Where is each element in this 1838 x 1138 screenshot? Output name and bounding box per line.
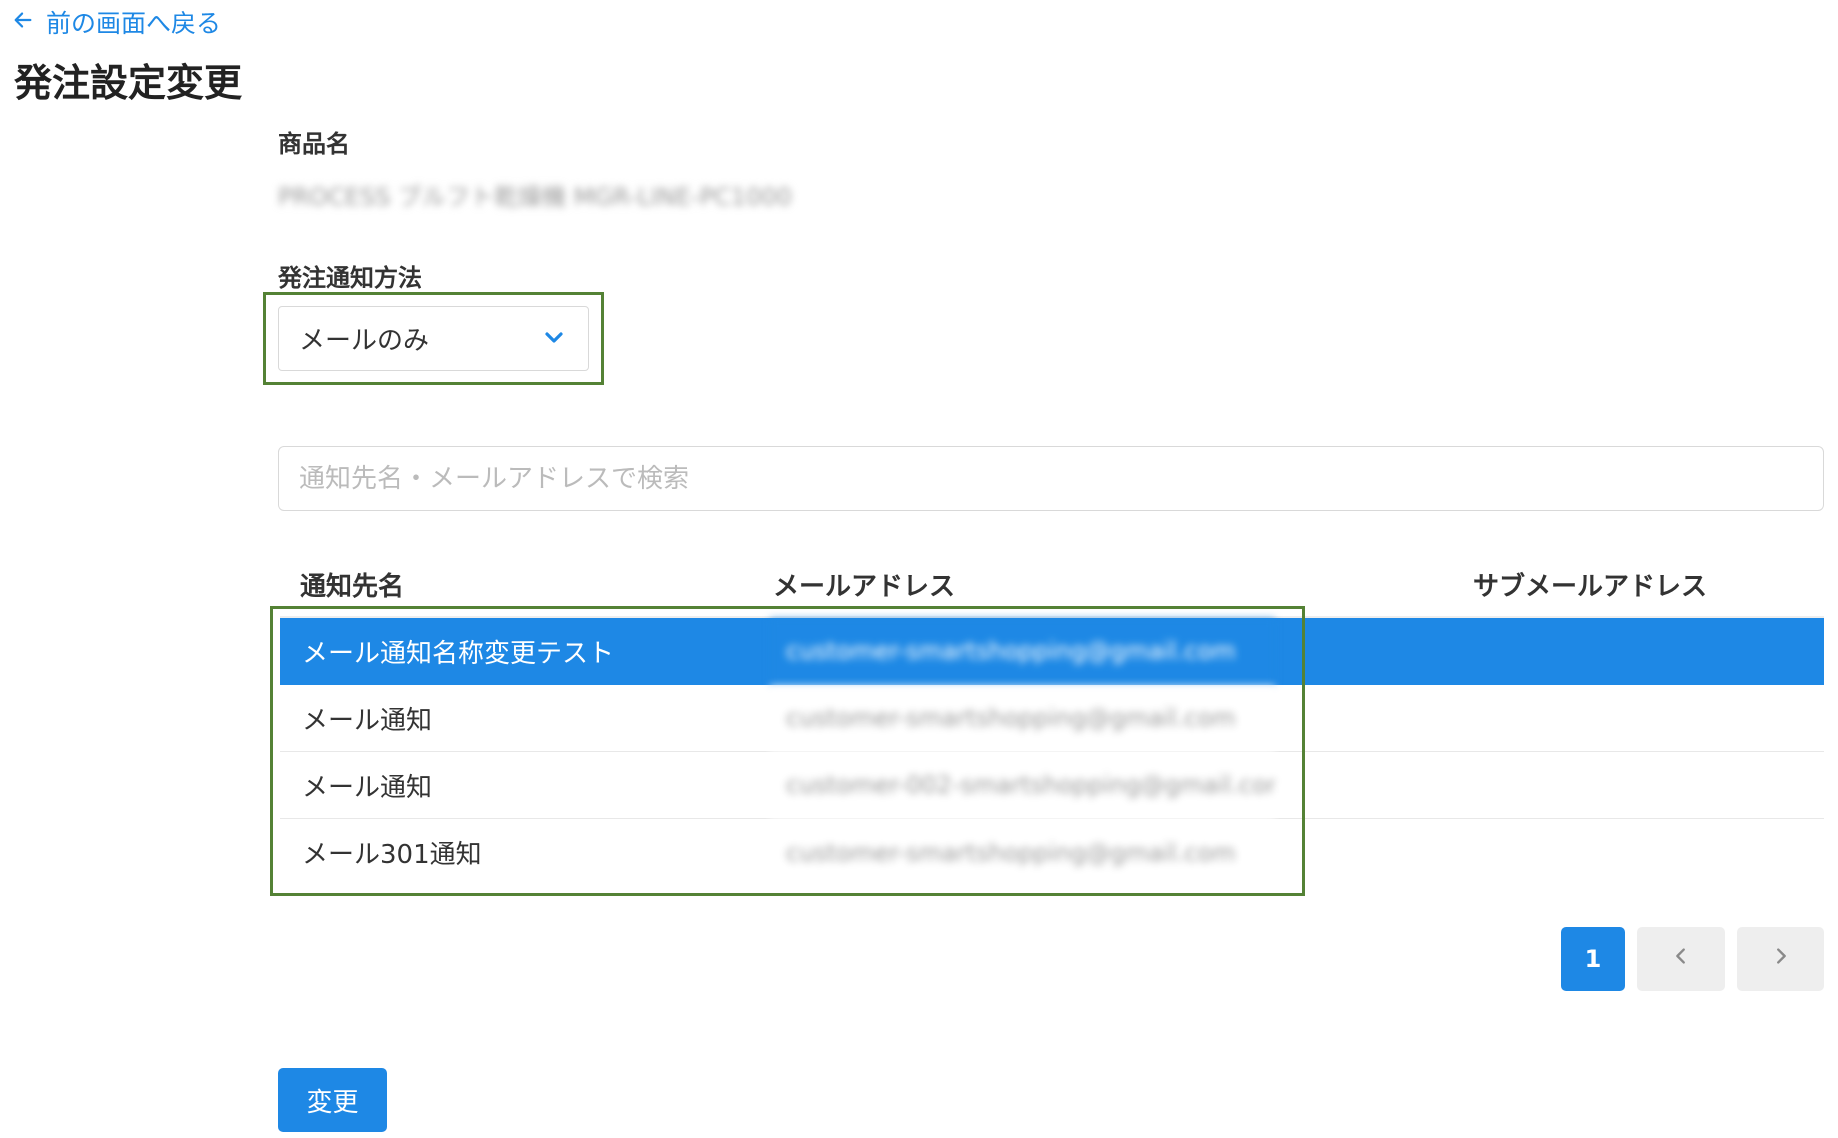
column-header-sub-email: サブメールアドレス	[1473, 572, 1708, 602]
row-email: customer-smartshopping@gmail.com	[770, 685, 1275, 751]
notification-method-label: 発注通知方法	[278, 264, 422, 292]
row-name: メール通知	[302, 773, 433, 803]
row-email: customer-smartshopping@gmail.com	[770, 819, 1275, 886]
table-row[interactable]: メール通知 customer-002-smartshopping@gmail.c…	[280, 752, 1824, 819]
submit-change-button[interactable]: 変更	[278, 1068, 387, 1132]
row-email: customer-smartshopping@gmail.com	[770, 618, 1275, 684]
row-email: customer-002-smartshopping@gmail.com	[770, 752, 1275, 818]
back-link-label: 前の画面へ戻る	[46, 9, 222, 38]
row-name: メール通知	[302, 706, 433, 736]
table-row[interactable]: メール通知 customer-smartshopping@gmail.com	[280, 685, 1824, 752]
row-name: メール301通知	[302, 840, 482, 870]
table-row[interactable]: メール通知名称変更テスト customer-smartshopping@gmai…	[280, 618, 1824, 685]
column-header-email: メールアドレス	[773, 572, 956, 602]
notification-method-select[interactable]: メールのみ	[278, 306, 589, 371]
column-header-name: 通知先名	[300, 572, 405, 602]
chevron-left-icon	[1670, 945, 1692, 973]
table-body: メール通知名称変更テスト customer-smartshopping@gmai…	[280, 618, 1824, 886]
table-header: 通知先名 メールアドレス サブメールアドレス	[280, 560, 1824, 618]
chevron-right-icon	[1770, 945, 1792, 973]
pagination-next-button[interactable]	[1737, 927, 1824, 991]
arrow-left-icon	[12, 8, 34, 37]
chevron-down-icon	[542, 325, 566, 353]
page-title: 発注設定変更	[14, 61, 243, 105]
back-link[interactable]: 前の画面へ戻る	[12, 4, 221, 40]
row-name: メール通知名称変更テスト	[302, 639, 615, 669]
pagination-page-1[interactable]: 1	[1561, 927, 1625, 991]
pagination-prev-button[interactable]	[1637, 927, 1725, 991]
product-name-label: 商品名	[278, 130, 350, 158]
search-input[interactable]	[278, 446, 1824, 511]
product-name-value: PROCESS ブルフト乾燥機 MGR-LINE-PC1000	[278, 183, 792, 211]
table-row[interactable]: メール301通知 customer-smartshopping@gmail.co…	[280, 819, 1824, 886]
notification-method-value: メールのみ	[299, 326, 430, 356]
